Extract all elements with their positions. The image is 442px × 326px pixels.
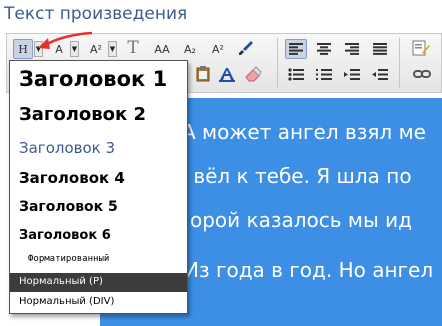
annotation-arrow-icon bbox=[38, 31, 93, 49]
